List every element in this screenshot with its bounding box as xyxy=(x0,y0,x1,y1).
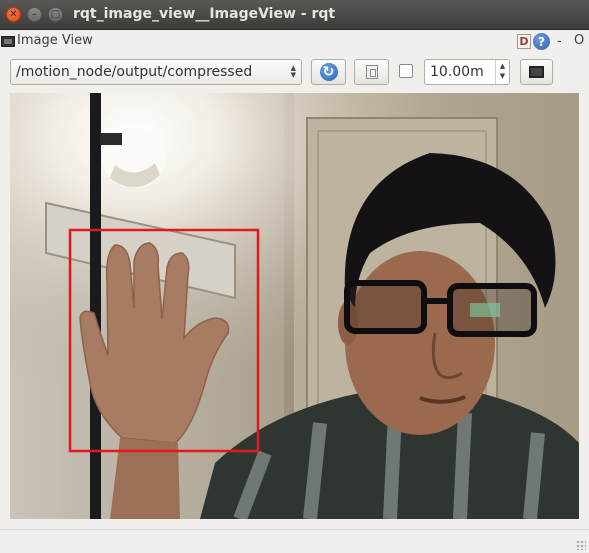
glasses-left-lens xyxy=(344,280,427,334)
lamp-clamp xyxy=(100,133,122,145)
plugin-title: Image View xyxy=(17,33,93,48)
refresh-topics-button[interactable]: ↻ xyxy=(311,59,346,85)
face xyxy=(345,251,495,435)
topic-select-value: /motion_node/output/compressed xyxy=(16,64,253,80)
select-arrows-icon: ▲ ▼ xyxy=(290,64,296,79)
close-plugin-button[interactable]: O xyxy=(574,33,584,48)
dock-settings-button[interactable]: D xyxy=(517,34,531,49)
fit-window-icon xyxy=(529,66,544,78)
plugin-header: Image View D ? - O xyxy=(0,31,589,52)
camera-image-svg xyxy=(10,93,579,519)
minimize-icon: – xyxy=(32,8,37,20)
refresh-icon: ↻ xyxy=(319,63,338,81)
image-view-icon xyxy=(1,36,15,47)
window-title: rqt_image_view__ImageView - rqt xyxy=(73,6,336,22)
smooth-scaling-checkbox[interactable] xyxy=(399,64,413,78)
maximize-window-button[interactable]: □ xyxy=(48,7,63,22)
minimize-window-button[interactable]: – xyxy=(27,7,42,22)
save-icon xyxy=(365,65,378,79)
glasses-bridge xyxy=(424,298,450,304)
spinbox-value: 10.00m xyxy=(430,64,484,80)
close-icon: ✕ xyxy=(9,8,18,20)
spinbox-arrows-icon[interactable]: ▲ ▼ xyxy=(495,60,509,84)
lamp-pole xyxy=(90,93,101,519)
lens-reflection xyxy=(470,303,500,317)
rotation-spinbox[interactable]: 10.00m ▲ ▼ xyxy=(424,59,510,85)
title-bar: ✕ – □ rqt_image_view__ImageView - rqt xyxy=(0,0,589,30)
close-window-button[interactable]: ✕ xyxy=(6,7,21,22)
camera-image xyxy=(10,93,579,519)
resize-grip-icon[interactable] xyxy=(576,540,586,550)
fit-window-button[interactable] xyxy=(520,59,553,85)
save-image-button[interactable] xyxy=(354,59,389,85)
minimize-plugin-button[interactable]: - xyxy=(557,34,562,49)
topic-select[interactable]: /motion_node/output/compressed ▲ ▼ xyxy=(10,59,302,85)
maximize-icon: □ xyxy=(50,8,61,20)
status-bar xyxy=(0,529,589,553)
help-icon[interactable]: ? xyxy=(533,33,550,50)
